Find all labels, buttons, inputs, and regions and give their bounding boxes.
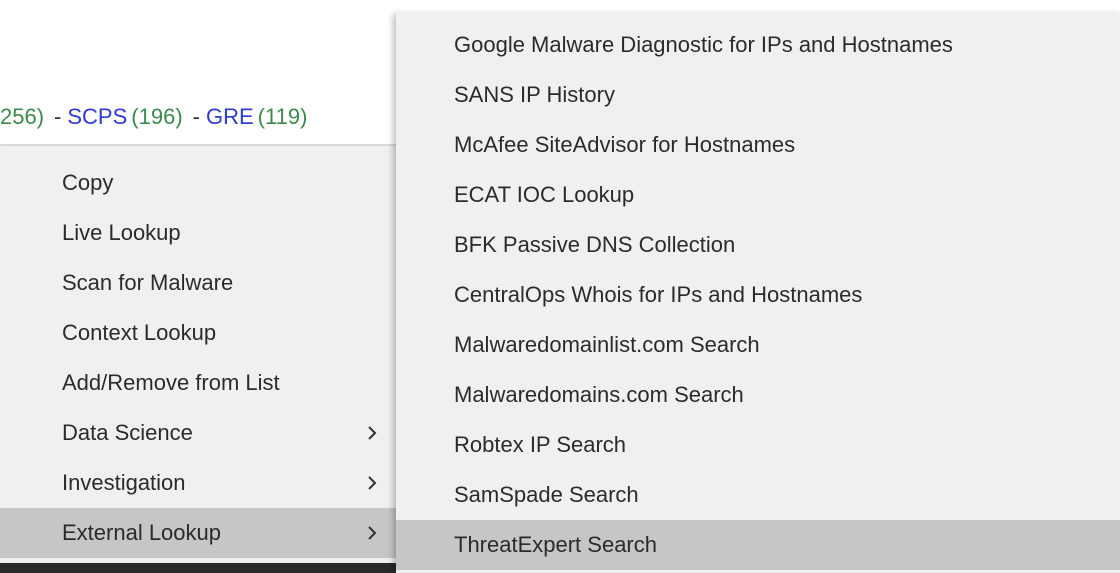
external-lookup-submenu: Google Malware Diagnostic for IPs and Ho… (396, 12, 1120, 573)
menu-item-context-lookup[interactable]: Context Lookup (0, 308, 396, 358)
menu-item-data-science[interactable]: Data Science (0, 408, 396, 458)
menu-item-label: Scan for Malware (62, 270, 234, 295)
submenu-item-sans-ip-history[interactable]: SANS IP History (396, 70, 1120, 120)
filter-link-gre[interactable]: GRE (206, 104, 254, 130)
submenu-item-label: Malwaredomainlist.com Search (454, 332, 760, 357)
filter-count-partial: 256) (0, 104, 45, 129)
page-background-bar (0, 563, 400, 573)
submenu-item-centralops-whois[interactable]: CentralOps Whois for IPs and Hostnames (396, 270, 1120, 320)
submenu-item-threatexpert-search[interactable]: ThreatExpert Search (396, 520, 1120, 570)
filter-count-gre: (119) (257, 104, 308, 129)
submenu-item-ecat-ioc-lookup[interactable]: ECAT IOC Lookup (396, 170, 1120, 220)
context-menu: Copy Live Lookup Scan for Malware Contex… (0, 146, 396, 563)
submenu-item-malwaredomainlist-search[interactable]: Malwaredomainlist.com Search (396, 320, 1120, 370)
submenu-item-label: Robtex IP Search (454, 432, 627, 457)
submenu-item-label: Google Malware Diagnostic for IPs and Ho… (454, 32, 953, 57)
submenu-item-malwaredomains-search[interactable]: Malwaredomains.com Search (396, 370, 1120, 420)
menu-item-label: Live Lookup (62, 220, 181, 245)
submenu-item-mcafee-siteadvisor[interactable]: McAfee SiteAdvisor for Hostnames (396, 120, 1120, 170)
submenu-item-label: McAfee SiteAdvisor for Hostnames (454, 132, 796, 157)
menu-item-label: Context Lookup (62, 320, 217, 345)
submenu-item-label: ThreatExpert Search (454, 532, 657, 557)
menu-item-live-lookup[interactable]: Live Lookup (0, 208, 396, 258)
submenu-item-samspade-search[interactable]: SamSpade Search (396, 470, 1120, 520)
menu-item-external-lookup[interactable]: External Lookup (0, 508, 396, 558)
filter-summary-bar: 256) - SCPS (196) - GRE (119) (0, 94, 400, 140)
chevron-right-icon (366, 458, 378, 508)
submenu-item-robtex-ip-search[interactable]: Robtex IP Search (396, 420, 1120, 470)
submenu-item-google-malware-diagnostic[interactable]: Google Malware Diagnostic for IPs and Ho… (396, 20, 1120, 70)
menu-item-scan-for-malware[interactable]: Scan for Malware (0, 258, 396, 308)
filter-separator: - (192, 104, 200, 129)
submenu-item-bfk-passive-dns[interactable]: BFK Passive DNS Collection (396, 220, 1120, 270)
menu-item-copy[interactable]: Copy (0, 158, 396, 208)
menu-item-label: Data Science (62, 420, 193, 445)
menu-item-label: Add/Remove from List (62, 370, 280, 395)
submenu-item-label: ECAT IOC Lookup (454, 182, 635, 207)
menu-item-label: External Lookup (62, 520, 221, 545)
menu-item-add-remove-from-list[interactable]: Add/Remove from List (0, 358, 396, 408)
submenu-item-label: SamSpade Search (454, 482, 639, 507)
submenu-item-label: SANS IP History (454, 82, 615, 107)
filter-separator: - (54, 104, 62, 129)
submenu-item-label: CentralOps Whois for IPs and Hostnames (454, 282, 863, 307)
chevron-right-icon (366, 508, 378, 558)
chevron-right-icon (366, 408, 378, 458)
filter-count-scps: (196) (131, 104, 183, 129)
submenu-item-label: BFK Passive DNS Collection (454, 232, 736, 257)
menu-item-label: Investigation (62, 470, 186, 495)
menu-item-label: Copy (62, 170, 114, 195)
submenu-item-label: Malwaredomains.com Search (454, 382, 744, 407)
menu-item-investigation[interactable]: Investigation (0, 458, 396, 508)
filter-link-scps[interactable]: SCPS (67, 104, 127, 130)
